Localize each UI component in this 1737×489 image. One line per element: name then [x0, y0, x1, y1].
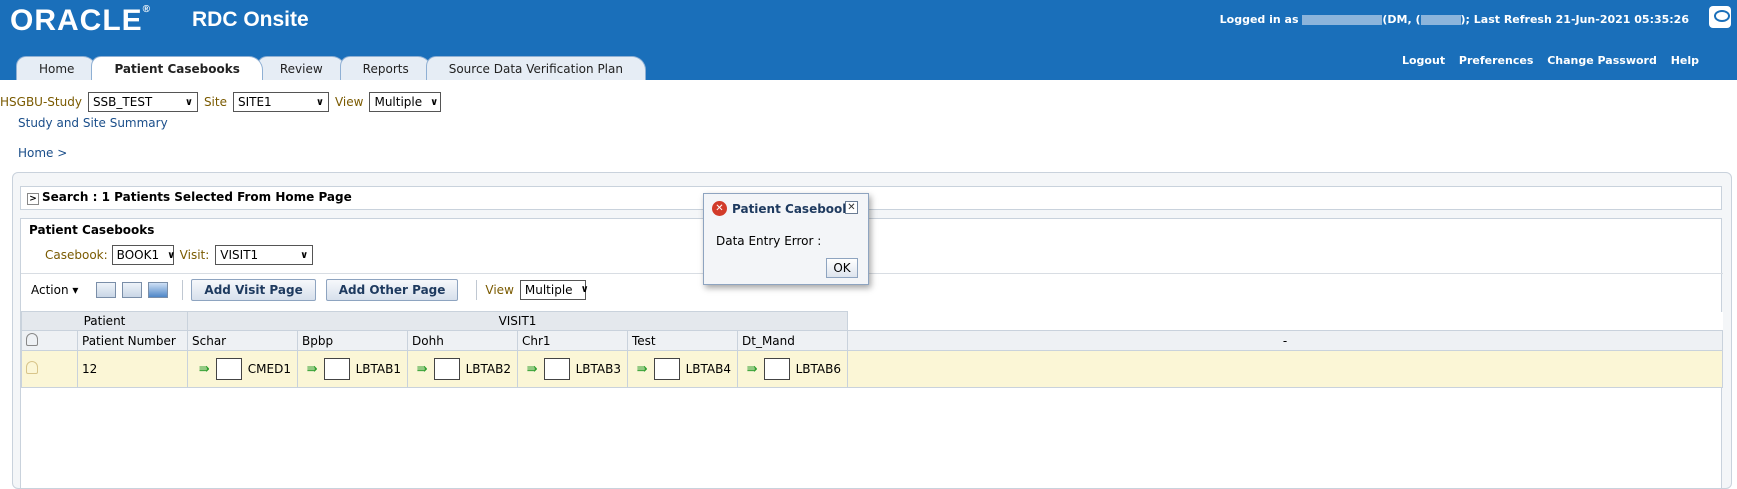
chevron-down-icon: ∨: [184, 96, 193, 108]
casebook-row: Casebook: BOOK1 ∨ Visit: VISIT1 ∨: [45, 245, 314, 265]
toolbar-view-select[interactable]: Multiple ∨: [519, 279, 589, 300]
search-bar[interactable]: > Search : 1 Patients Selected From Home …: [20, 186, 1722, 210]
product-name: RDC Onsite: [192, 8, 309, 31]
main-tabs: Home Patient Casebooks Review Reports So…: [16, 56, 646, 80]
enter-arrow-icon: ⇛: [416, 361, 428, 377]
toolbar-view-label: View: [485, 282, 514, 297]
col-bpbp[interactable]: Bpbp: [297, 330, 408, 351]
chevron-down-icon: ∨: [580, 284, 589, 295]
casebook-grid: Patient VISIT1 Patient Number Schar Bpbp…: [21, 311, 1723, 388]
add-other-page-button[interactable]: Add Other Page: [325, 278, 459, 301]
oracle-logo: ORACLE®: [10, 4, 152, 37]
search-label: Search : 1 Patients Selected From Home P…: [42, 190, 352, 204]
action-menu[interactable]: Action ▾: [31, 283, 78, 297]
group-patient: Patient: [21, 311, 188, 331]
dialog-title: ✕ Patient Casebooks: [712, 201, 857, 216]
tab-review[interactable]: Review: [256, 56, 346, 80]
add-visit-page-button[interactable]: Add Visit Page: [191, 278, 316, 301]
view-label: View: [334, 95, 364, 109]
table-row[interactable]: 12 ⇛ CMED1 ⇛ LBTAB1 ⇛ LBTAB2 ⇛ LBTAB3 ⇛ LBTAB…: [21, 350, 1723, 388]
change-password-link[interactable]: Change Password: [1547, 54, 1657, 67]
expand-icon[interactable]: >: [27, 193, 39, 205]
ok-button[interactable]: OK: [826, 258, 858, 278]
person-icon: [26, 361, 38, 374]
breadcrumb[interactable]: Home >: [18, 146, 67, 160]
page-cell-cmed1[interactable]: ⇛ CMED1: [192, 358, 293, 380]
redacted-id: [1420, 15, 1461, 25]
site-select[interactable]: SITE1 ∨: [232, 92, 329, 112]
page-cell-lbtab2[interactable]: ⇛ LBTAB2: [412, 358, 513, 380]
study-select[interactable]: SSB_TEST ∨: [87, 92, 198, 112]
person-icon: [26, 332, 38, 346]
page-icon: [653, 358, 680, 380]
enter-arrow-icon: ⇛: [198, 361, 210, 377]
page-cell-lbtab3[interactable]: ⇛ LBTAB3: [522, 358, 623, 380]
study-bar: HSGBU-Study SSB_TEST ∨ Site SITE1 ∨ View M…: [0, 91, 447, 113]
col-dt-mand[interactable]: Dt_Mand: [737, 330, 848, 351]
tab-reports[interactable]: Reports: [339, 56, 432, 80]
panel-title: Patient Casebooks: [29, 223, 155, 237]
page-icon: [215, 358, 242, 380]
app-header: ORACLE® RDC Onsite Logged in as (DM, ();…: [0, 0, 1737, 80]
visit-label: Visit:: [179, 248, 210, 262]
visit-select[interactable]: VISIT1 ∨: [215, 245, 314, 265]
page-icon: [433, 358, 460, 380]
enter-arrow-icon: ⇛: [306, 361, 318, 377]
casebook-select[interactable]: BOOK1 ∨: [111, 245, 176, 265]
login-info: Logged in as (DM, (); Last Refresh 21-Ju…: [1219, 13, 1689, 26]
casebook-toolbar: Action ▾ Add Visit Page Add Other Page V…: [21, 273, 1723, 305]
page-icon: [543, 358, 570, 380]
chevron-down-icon: ∨: [167, 249, 176, 261]
page-cell-lbtab1[interactable]: ⇛ LBTAB1: [302, 358, 403, 380]
col-patient-number[interactable]: Patient Number: [77, 330, 188, 351]
patient-status-cell: [21, 350, 78, 388]
close-icon[interactable]: ✕: [845, 201, 858, 214]
page-icon: [763, 358, 790, 380]
col-dash: -: [847, 330, 1723, 351]
enter-arrow-icon: ⇛: [526, 361, 538, 377]
group-visit: VISIT1: [187, 311, 848, 331]
patient-number-cell[interactable]: 12: [77, 350, 188, 388]
toolbar-view: View Multiple ∨: [485, 279, 591, 300]
col-chr1[interactable]: Chr1: [517, 330, 628, 351]
col-test[interactable]: Test: [627, 330, 738, 351]
view-select[interactable]: Multiple ∨: [369, 92, 442, 112]
tab-home[interactable]: Home: [16, 56, 98, 80]
help-link[interactable]: Help: [1671, 54, 1699, 67]
patient-casebooks-panel: Patient Casebooks Casebook: BOOK1 ∨ Visit…: [20, 218, 1723, 489]
grid-edit-icon[interactable]: [96, 281, 117, 298]
global-links: Logout Preferences Change Password Help: [1392, 54, 1699, 67]
error-icon: ✕: [712, 201, 727, 216]
redacted-username: [1302, 15, 1383, 25]
enter-arrow-icon: ⇛: [636, 361, 648, 377]
col-dohh[interactable]: Dohh: [407, 330, 518, 351]
page-cell-lbtab6[interactable]: ⇛ LBTAB6: [742, 358, 843, 380]
casebook-label: Casebook:: [45, 248, 108, 262]
user-icon[interactable]: [1709, 6, 1731, 28]
chevron-down-icon: ∨: [315, 96, 324, 108]
error-dialog: ✕ Patient Casebooks ✕ Data Entry Error : …: [703, 193, 869, 285]
page-cell-lbtab4[interactable]: ⇛ LBTAB4: [632, 358, 733, 380]
enter-arrow-icon: ⇛: [746, 361, 758, 377]
site-label: Site: [203, 95, 227, 109]
patient-icon-header: [21, 330, 78, 351]
col-schar[interactable]: Schar: [187, 330, 298, 351]
tab-sdv-plan[interactable]: Source Data Verification Plan: [425, 56, 646, 80]
chevron-down-icon: ∨: [430, 96, 439, 108]
logout-link[interactable]: Logout: [1402, 54, 1445, 67]
study-site-summary-link[interactable]: Study and Site Summary: [18, 116, 168, 130]
dialog-message: Data Entry Error :: [716, 234, 822, 248]
page-icon: [323, 358, 350, 380]
edit-page-icon[interactable]: [148, 281, 169, 298]
tab-patient-casebooks[interactable]: Patient Casebooks: [91, 56, 263, 80]
chevron-down-icon: ∨: [300, 249, 309, 261]
keyboard-icon[interactable]: [122, 281, 143, 298]
preferences-link[interactable]: Preferences: [1459, 54, 1533, 67]
study-label: HSGBU-Study: [0, 95, 82, 109]
